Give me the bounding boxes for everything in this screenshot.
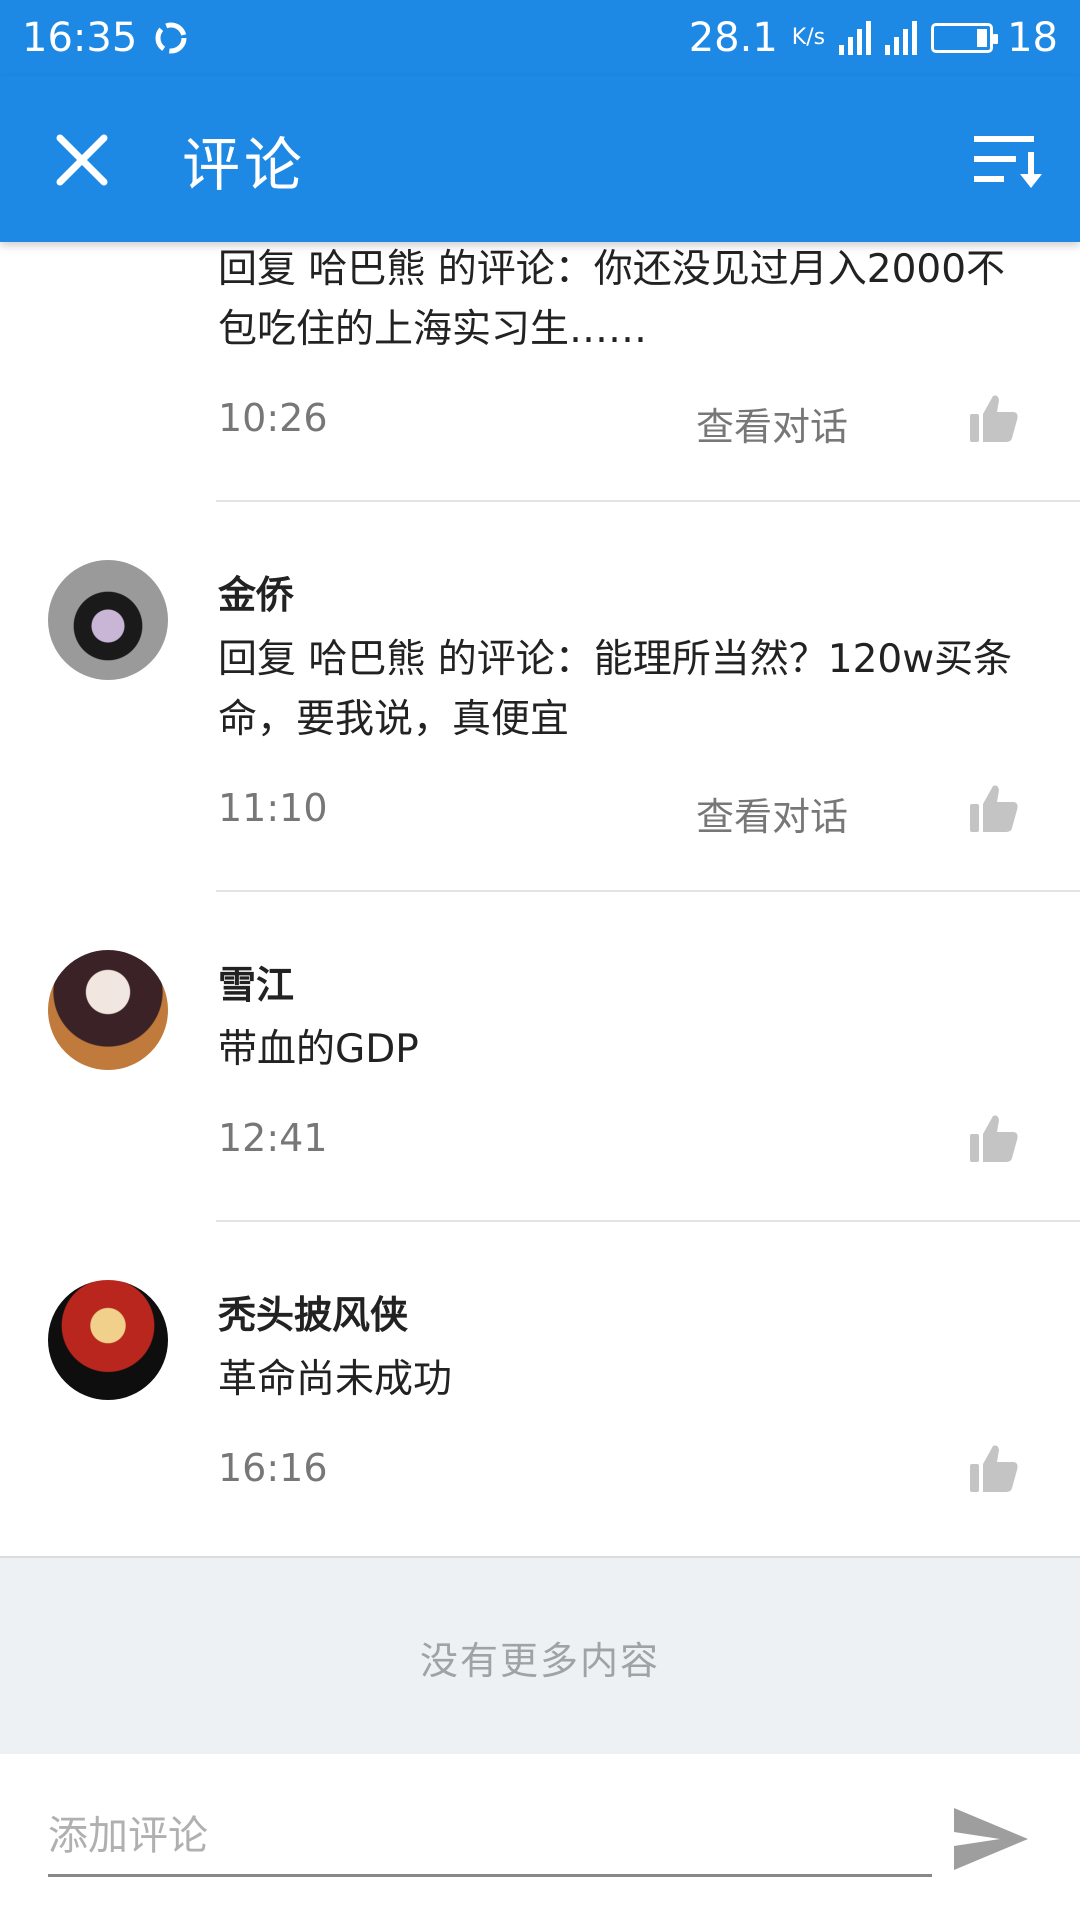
comment-text: 带血的GDP (218, 1027, 419, 1072)
avatar[interactable] (48, 560, 168, 680)
view-dialog-link[interactable]: 查看对话 (696, 786, 848, 841)
comment-time: 11:10 (218, 786, 328, 830)
network-speed-unit: K/s (791, 25, 826, 50)
signal-icon (839, 21, 872, 55)
comment-time: 16:16 (218, 1446, 328, 1490)
close-icon[interactable] (50, 128, 114, 192)
comment-author[interactable]: 金侨 (218, 564, 294, 619)
sync-icon (155, 22, 187, 54)
thumbs-up-icon[interactable] (968, 1442, 1020, 1494)
send-icon[interactable] (952, 1804, 1030, 1874)
comment-composer (0, 1754, 1080, 1920)
battery-level: 18 (1007, 15, 1058, 61)
thumbs-up-icon[interactable] (968, 392, 1020, 444)
avatar[interactable] (48, 1280, 168, 1400)
comment-author[interactable]: 秃头披风侠 (218, 1284, 408, 1339)
comment-time: 10:26 (218, 396, 328, 440)
network-speed: 28.1 (688, 15, 778, 61)
thumbs-up-icon[interactable] (968, 1112, 1020, 1164)
comment-author[interactable]: 雪江 (218, 954, 294, 1009)
thumbs-up-icon[interactable] (968, 782, 1020, 834)
page-title: 评论 (182, 131, 307, 199)
divider (216, 890, 1080, 892)
sort-icon[interactable] (972, 130, 1044, 190)
comment-text: 革命尚未成功 (218, 1357, 453, 1402)
no-more-label: 没有更多内容 (419, 1638, 660, 1683)
divider (216, 500, 1080, 502)
status-time: 16:35 (22, 15, 138, 61)
comment-time: 12:41 (218, 1116, 328, 1160)
no-more-content: 没有更多内容 (0, 1556, 1080, 1756)
signal-icon-2 (885, 21, 918, 55)
comment-input[interactable] (48, 1798, 932, 1877)
comment-text: 回复 哈巴熊 的评论：能理所当然？120w买条命，要我说，真便宜 (218, 637, 1013, 742)
avatar[interactable] (48, 950, 168, 1070)
battery-icon (931, 23, 999, 53)
status-bar: 16:35 28.1 K/s 18 (0, 0, 1080, 76)
view-dialog-link[interactable]: 查看对话 (696, 396, 848, 451)
app-bar: 评论 (0, 76, 1080, 242)
comment-text: 回复 哈巴熊 的评论：你还没见过月入2000不包吃住的上海实习生…… (218, 247, 1006, 352)
divider (216, 1220, 1080, 1222)
